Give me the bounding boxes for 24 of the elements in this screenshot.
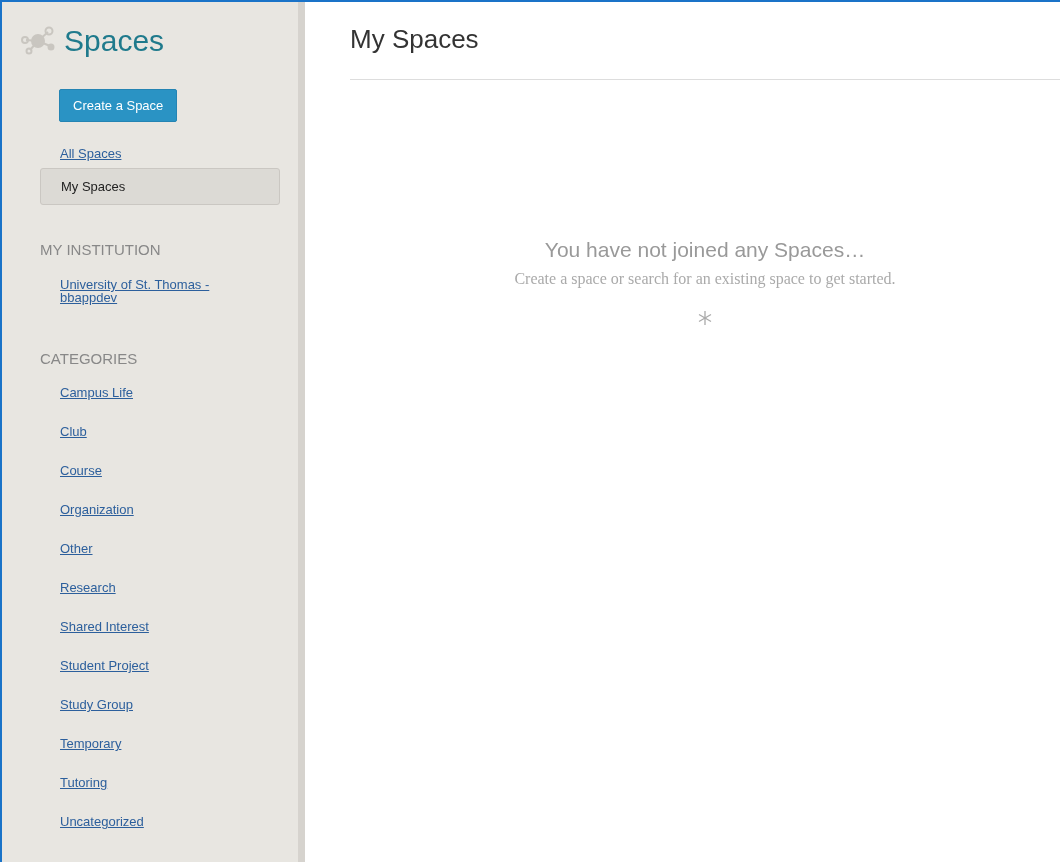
- category-link[interactable]: Course: [60, 451, 102, 490]
- category-link[interactable]: Temporary: [60, 724, 122, 763]
- empty-state-title: You have not joined any Spaces…: [544, 238, 866, 262]
- sidebar-title: Spaces: [64, 24, 165, 58]
- category-link[interactable]: Uncategorized: [60, 802, 144, 841]
- category-link[interactable]: Organization: [60, 490, 134, 529]
- category-link[interactable]: Shared Interest: [60, 607, 149, 646]
- category-link[interactable]: Other: [60, 529, 93, 568]
- asterisk-icon: [697, 310, 713, 326]
- empty-state-text: Create a space or search for an existing space to get started.: [513, 269, 897, 290]
- category-link[interactable]: Club: [60, 412, 87, 451]
- section-heading: CATEGORIES: [40, 350, 138, 367]
- category-link[interactable]: Study Group: [60, 685, 133, 724]
- page-title: My Spaces: [350, 24, 1060, 80]
- molecule-icon: [20, 26, 56, 56]
- create-space-button[interactable]: Create a Space: [59, 89, 178, 122]
- category-link[interactable]: Student Project: [60, 646, 149, 685]
- category-link[interactable]: Tutoring: [60, 763, 108, 802]
- section-heading: MY INSTITUTION: [40, 241, 161, 258]
- nav-link[interactable]: My Spaces: [40, 168, 280, 205]
- institution-link[interactable]: University of St. Thomas - bbappdev: [60, 278, 260, 304]
- nav-link[interactable]: All Spaces: [40, 144, 280, 164]
- category-link[interactable]: Campus Life: [60, 373, 133, 412]
- category-link[interactable]: Research: [60, 568, 116, 607]
